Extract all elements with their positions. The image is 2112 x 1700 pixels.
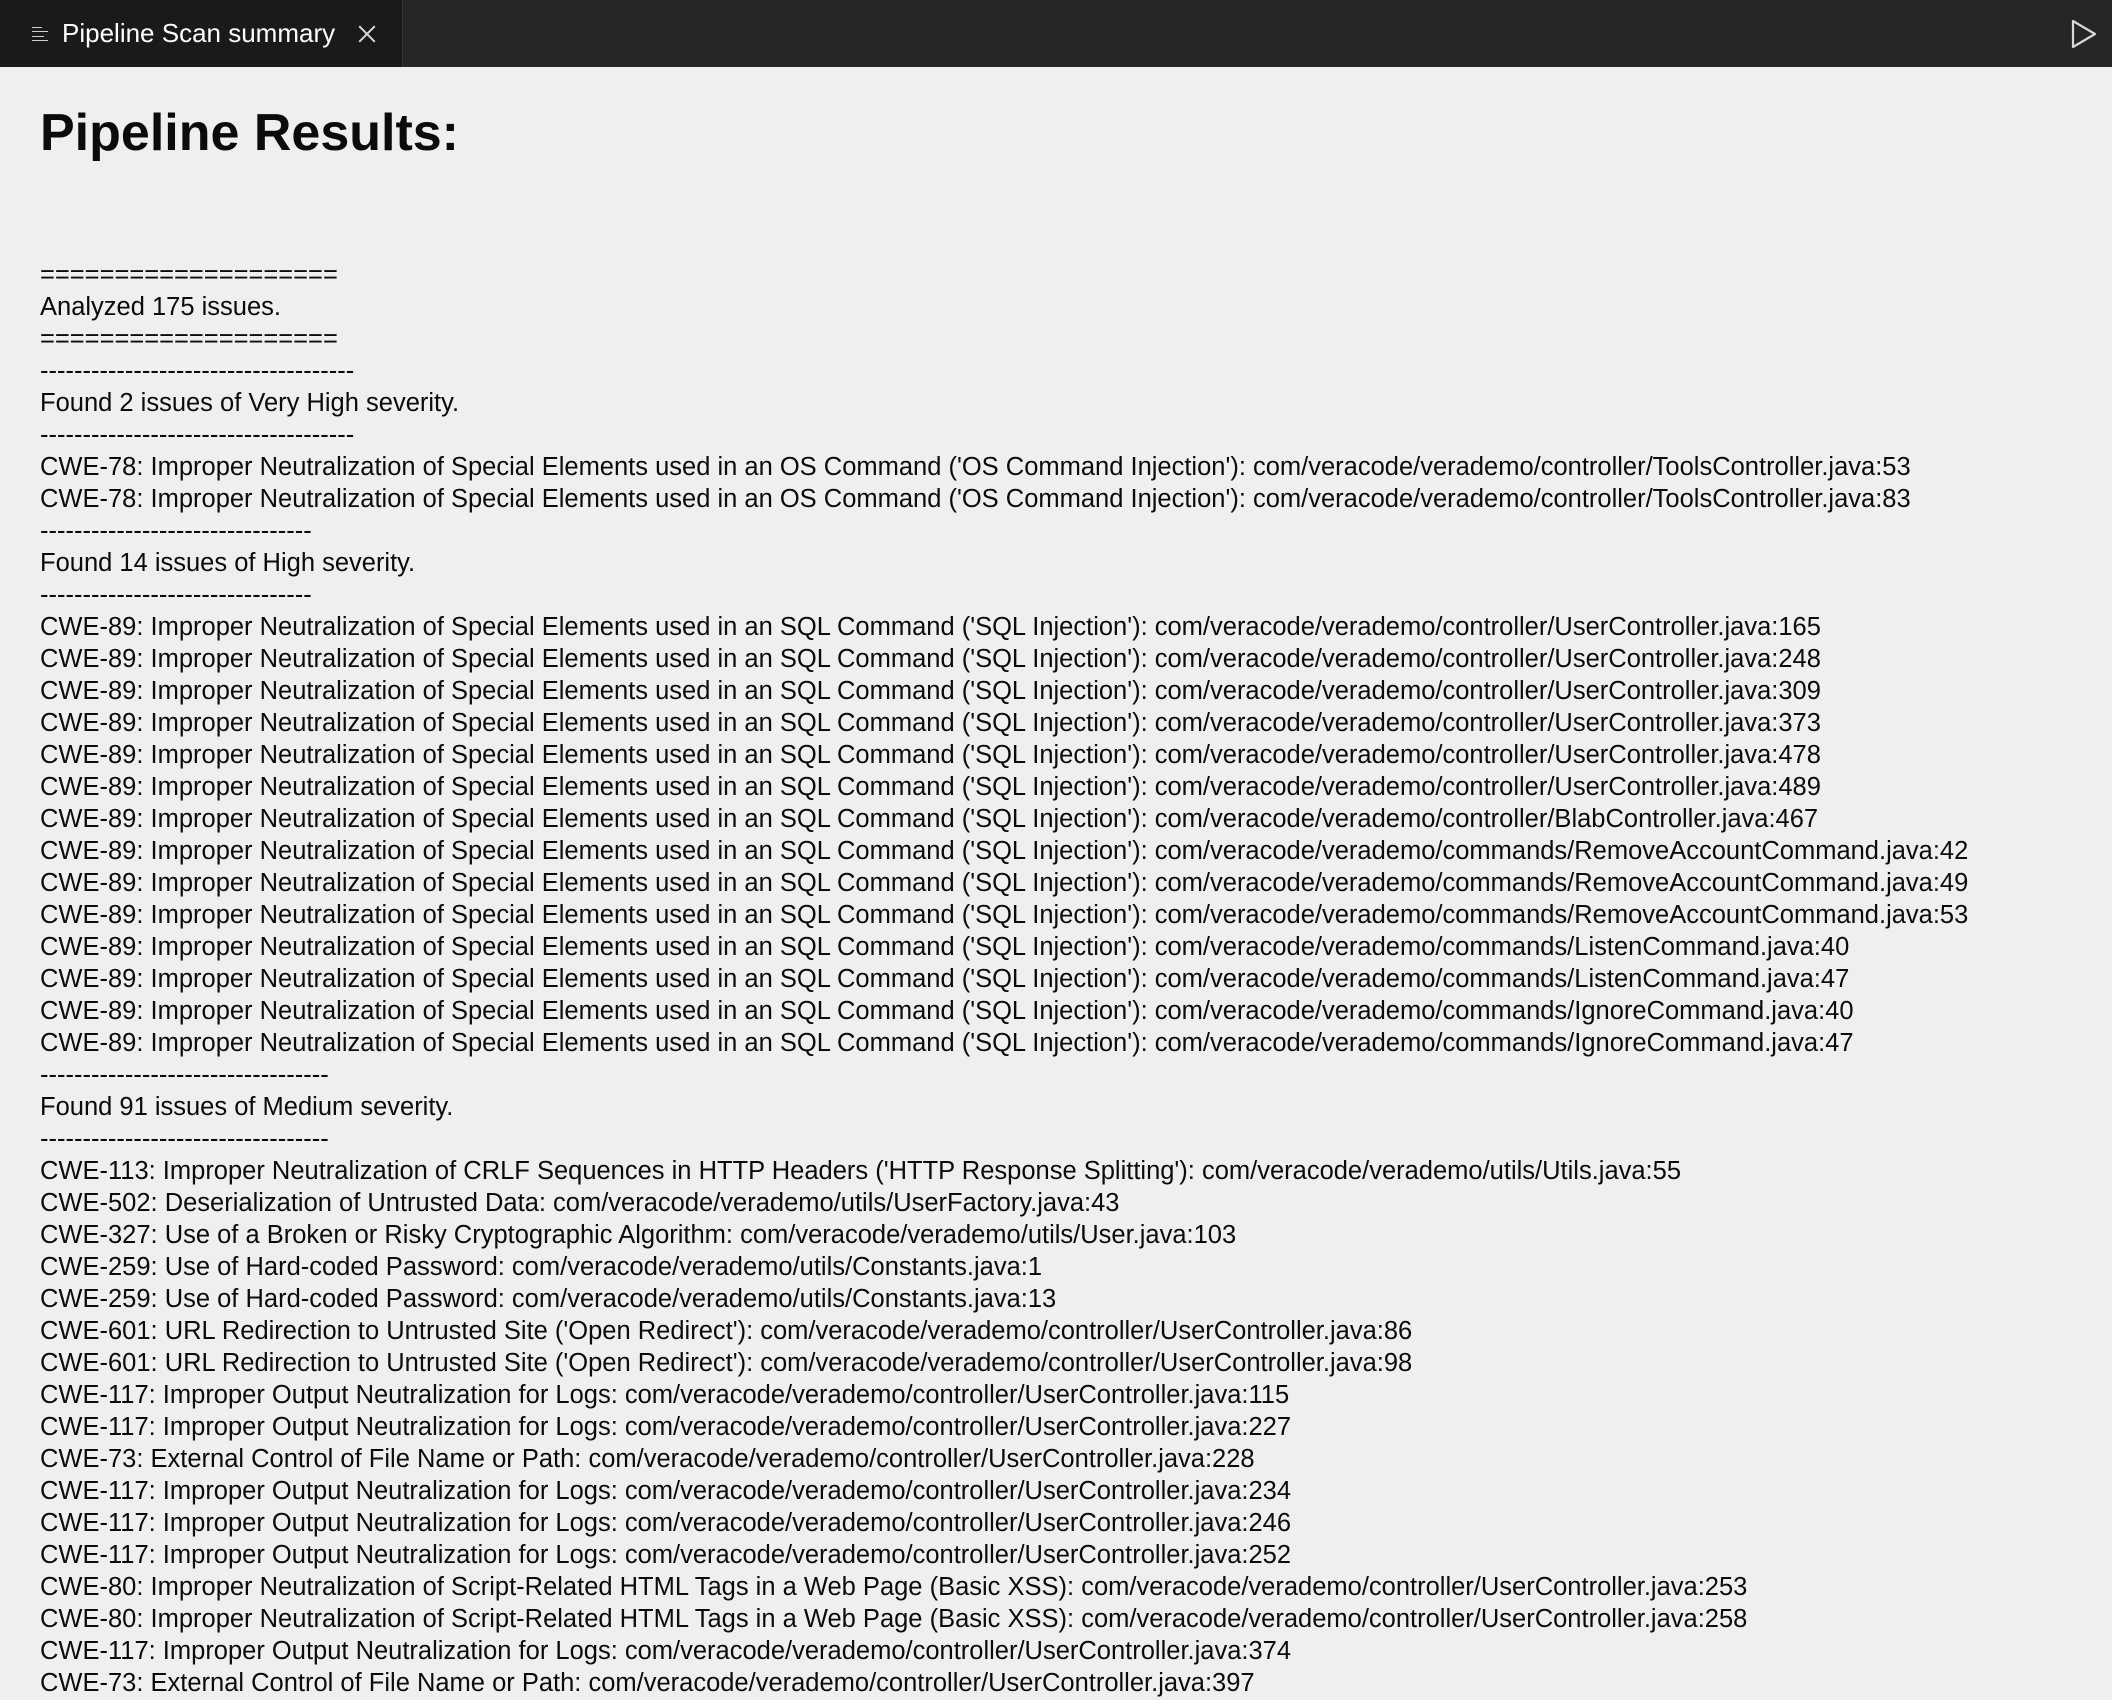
result-line: CWE-601: URL Redirection to Untrusted Si… (40, 1349, 1413, 1377)
result-line: Found 2 issues of Very High severity. (40, 389, 460, 417)
result-line: CWE-89: Improper Neutralization of Speci… (40, 965, 1850, 993)
result-line: CWE-89: Improper Neutralization of Speci… (40, 677, 1821, 705)
result-line: CWE-117: Improper Output Neutralization … (40, 1477, 1292, 1505)
result-line: ---------------------------------- (40, 1061, 329, 1089)
editor-tab-bar: Pipeline Scan summary (0, 0, 2112, 67)
result-line: CWE-78: Improper Neutralization of Speci… (40, 453, 1911, 481)
result-line: CWE-117: Improper Output Neutralization … (40, 1509, 1292, 1537)
tab-pipeline-scan-summary[interactable]: Pipeline Scan summary (0, 0, 403, 67)
result-line: CWE-89: Improper Neutralization of Speci… (40, 613, 1821, 641)
result-line: CWE-117: Improper Output Neutralization … (40, 1381, 1290, 1409)
result-line: CWE-502: Deserialization of Untrusted Da… (40, 1189, 1120, 1217)
close-icon[interactable] (354, 21, 380, 47)
result-line: CWE-113: Improper Neutralization of CRLF… (40, 1157, 1682, 1185)
result-line: CWE-89: Improper Neutralization of Speci… (40, 773, 1821, 801)
result-line: CWE-89: Improper Neutralization of Speci… (40, 933, 1850, 961)
page-title: Pipeline Results: (40, 104, 459, 162)
result-line: CWE-117: Improper Output Neutralization … (40, 1541, 1292, 1569)
result-line: -------------------------------- (40, 581, 312, 609)
result-line: CWE-89: Improper Neutralization of Speci… (40, 901, 1969, 929)
result-line: CWE-73: External Control of File Name or… (40, 1445, 1255, 1473)
result-line: ------------------------------------- (40, 357, 355, 385)
result-line: CWE-89: Improper Neutralization of Speci… (40, 997, 1854, 1025)
result-line: CWE-89: Improper Neutralization of Speci… (40, 741, 1821, 769)
results-log: ==================== Analyzed 175 issues.… (40, 259, 2072, 1699)
result-line: CWE-89: Improper Neutralization of Speci… (40, 805, 1819, 833)
result-line: -------------------------------- (40, 517, 312, 545)
result-line: ------------------------------------- (40, 421, 355, 449)
result-line: CWE-80: Improper Neutralization of Scrip… (40, 1573, 1748, 1601)
result-line: CWE-73: External Control of File Name or… (40, 1669, 1255, 1697)
result-line: CWE-89: Improper Neutralization of Speci… (40, 837, 1969, 865)
result-line: ---------------------------------- (40, 1125, 329, 1153)
result-line: CWE-89: Improper Neutralization of Speci… (40, 869, 1969, 897)
result-line: CWE-89: Improper Neutralization of Speci… (40, 1029, 1854, 1057)
result-line: CWE-259: Use of Hard-coded Password: com… (40, 1285, 1057, 1313)
result-line: CWE-259: Use of Hard-coded Password: com… (40, 1253, 1043, 1281)
results-panel: Pipeline Results: ==================== An… (0, 67, 2112, 1699)
result-line: ==================== (40, 325, 338, 353)
result-line: Analyzed 175 issues. (40, 293, 281, 321)
result-line: Found 91 issues of Medium severity. (40, 1093, 454, 1121)
result-line: CWE-89: Improper Neutralization of Speci… (40, 645, 1821, 673)
result-line: CWE-117: Improper Output Neutralization … (40, 1413, 1292, 1441)
result-line: ==================== (40, 261, 338, 289)
tab-title: Pipeline Scan summary (62, 18, 336, 48)
result-line: Found 14 issues of High severity. (40, 549, 416, 577)
result-line: CWE-601: URL Redirection to Untrusted Si… (40, 1317, 1413, 1345)
preview-icon (32, 25, 50, 43)
run-icon[interactable] (2066, 17, 2100, 51)
result-line: CWE-78: Improper Neutralization of Speci… (40, 485, 1911, 513)
result-line: CWE-327: Use of a Broken or Risky Crypto… (40, 1221, 1237, 1249)
result-line: CWE-117: Improper Output Neutralization … (40, 1637, 1292, 1665)
result-line: CWE-80: Improper Neutralization of Scrip… (40, 1605, 1748, 1633)
result-line: CWE-89: Improper Neutralization of Speci… (40, 709, 1821, 737)
